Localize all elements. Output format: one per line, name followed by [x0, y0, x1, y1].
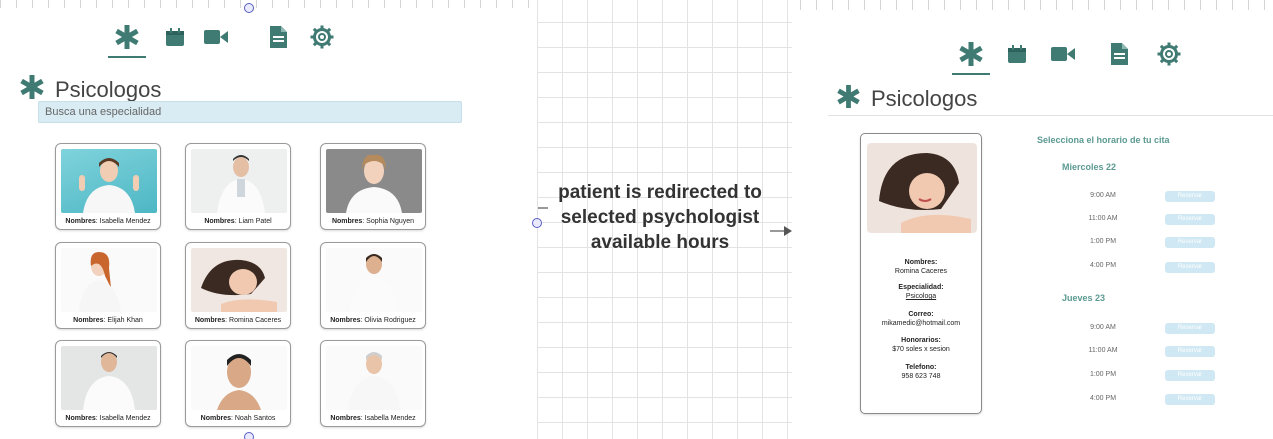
- card-caption: Nombres: Olivia Rodriguez: [330, 317, 416, 324]
- slot-time: 9:00 AM: [1090, 324, 1116, 331]
- asterisk-icon[interactable]: [952, 41, 990, 75]
- reserve-button[interactable]: Reservar: [1165, 323, 1215, 334]
- psychologist-card[interactable]: Nombres: Noah Santos: [185, 340, 291, 427]
- calendar-icon[interactable]: [1004, 41, 1030, 67]
- psychologist-card[interactable]: Nombres: Isabella Mendez: [55, 143, 161, 230]
- slot-time: 11:00 AM: [1088, 347, 1118, 354]
- psychologist-card[interactable]: Nombres: Liam Patel: [185, 143, 291, 230]
- schedule-title: Selecciona el horario de tu cita: [1037, 135, 1170, 145]
- profile-photo: [867, 143, 977, 233]
- flow-arrow: [538, 207, 792, 236]
- psychologist-photo: [191, 248, 287, 312]
- reserve-button[interactable]: Reservar: [1165, 394, 1215, 405]
- document-icon[interactable]: [265, 24, 291, 50]
- card-caption: Nombres: Isabella Mendez: [330, 415, 416, 422]
- page-title-right: Psicologos: [836, 84, 977, 114]
- profile-fees: Honorarios: $70 soles x sesion: [892, 337, 950, 353]
- slot-time: 11:00 AM: [1088, 215, 1118, 222]
- psychologist-card[interactable]: Nombres: Elijah Khan: [55, 242, 161, 329]
- connector-handle[interactable]: [244, 432, 254, 439]
- page-title-text: Psicologos: [871, 86, 978, 111]
- psychologist-card[interactable]: Nombres: Romina Caceres: [185, 242, 291, 329]
- video-icon[interactable]: [1050, 41, 1076, 67]
- psychologist-photo: [191, 149, 287, 213]
- top-nav-right: [952, 41, 1182, 75]
- psychologist-card[interactable]: Nombres: Isabella Mendez: [320, 340, 426, 427]
- card-caption: Nombres: Liam Patel: [204, 218, 272, 225]
- gear-icon[interactable]: [1156, 41, 1182, 67]
- page-title-text: Psicologos: [55, 76, 162, 102]
- card-caption: Nombres: Isabella Mendez: [65, 218, 151, 225]
- day-label: Jueves 23: [1062, 293, 1106, 303]
- profile-email: Correo: mikamedic@hotmail.com: [881, 311, 961, 327]
- card-caption: Nombres: Sophia Nguyen: [331, 218, 415, 225]
- asterisk-icon[interactable]: [108, 24, 146, 58]
- card-caption: Nombres: Isabella Mendez: [65, 415, 151, 422]
- profile-specialty: Especialidad: Psicologa: [898, 284, 944, 300]
- psychologist-card[interactable]: Nombres: Isabella Mendez: [55, 340, 161, 427]
- profile-phone: Telefono: 958 623 748: [901, 364, 941, 380]
- header-divider: [828, 115, 1273, 116]
- psychologist-photo: [191, 346, 287, 410]
- ruler-right: [800, 0, 1273, 10]
- psychologist-photo: [61, 248, 157, 312]
- psychologist-photo: [326, 346, 422, 410]
- document-icon[interactable]: [1106, 41, 1132, 67]
- top-nav-left: [108, 24, 335, 58]
- asterisk-icon: [836, 84, 861, 114]
- slot-time: 4:00 PM: [1089, 262, 1117, 269]
- card-caption: Nombres: Elijah Khan: [73, 317, 143, 324]
- profile-name: Nombres: Romina Caceres: [894, 259, 948, 275]
- connector-handle[interactable]: [244, 3, 254, 13]
- reserve-button[interactable]: Reservar: [1165, 370, 1215, 381]
- reserve-button[interactable]: Reservar: [1165, 214, 1215, 225]
- card-caption: Nombres: Romina Caceres: [194, 317, 282, 324]
- day-label: Miercoles 22: [1062, 162, 1117, 172]
- psychologist-photo: [326, 149, 422, 213]
- reserve-button[interactable]: Reservar: [1165, 237, 1215, 248]
- psychologist-photo: [61, 346, 157, 410]
- reserve-button[interactable]: Reservar: [1165, 262, 1215, 273]
- slot-time: 4:00 PM: [1089, 395, 1117, 402]
- slot-time: 9:00 AM: [1090, 192, 1116, 199]
- slot-time: 1:00 PM: [1089, 371, 1117, 378]
- gear-icon[interactable]: [309, 24, 335, 50]
- reserve-button[interactable]: Reservar: [1165, 191, 1215, 202]
- search-input[interactable]: Busca una especialidad: [38, 101, 462, 123]
- calendar-icon[interactable]: [162, 24, 188, 50]
- psychologist-card[interactable]: Nombres: Sophia Nguyen: [320, 143, 426, 230]
- card-caption: Nombres: Noah Santos: [200, 415, 276, 422]
- profile-card: Nombres: Romina Caceres Especialidad: Psic…: [860, 133, 982, 414]
- psychologist-card[interactable]: Nombres: Olivia Rodriguez: [320, 242, 426, 329]
- psychologist-photo: [326, 248, 422, 312]
- video-icon[interactable]: [203, 24, 229, 50]
- slot-time: 1:00 PM: [1089, 238, 1117, 245]
- psychologist-photo: [61, 149, 157, 213]
- reserve-button[interactable]: Reservar: [1165, 346, 1215, 357]
